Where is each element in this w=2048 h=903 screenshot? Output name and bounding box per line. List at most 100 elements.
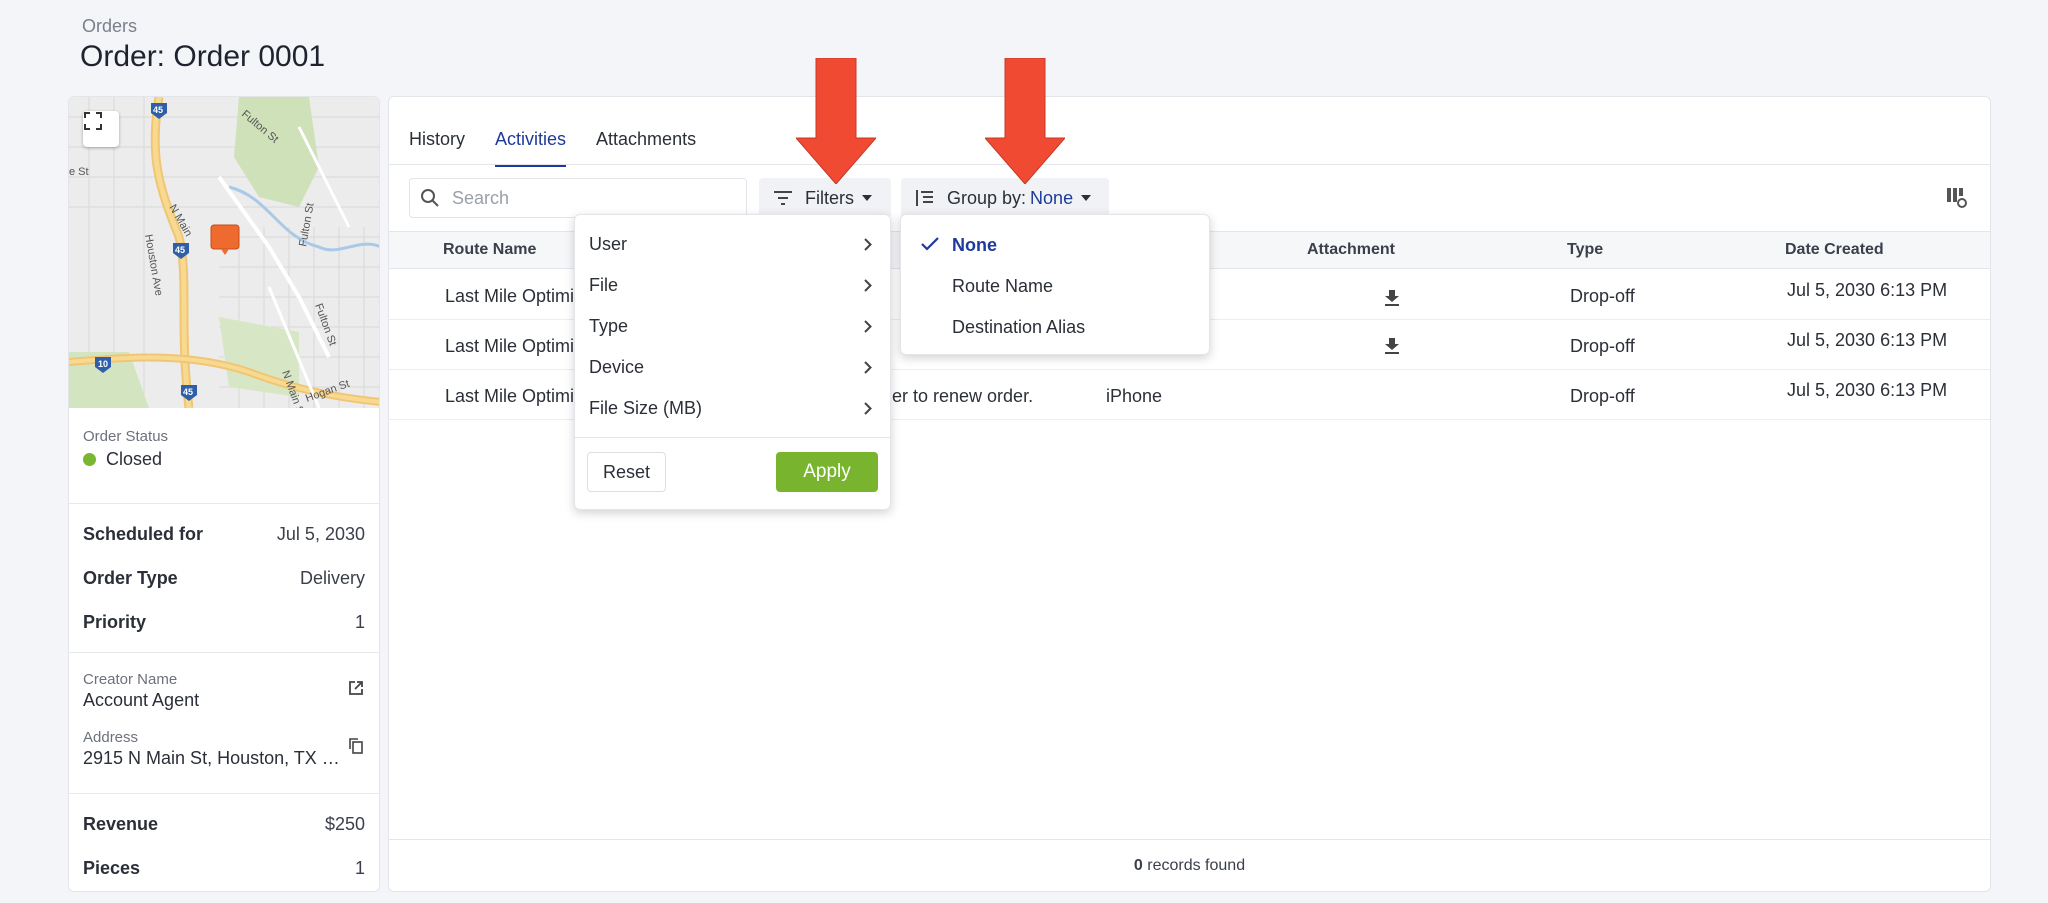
- detail-key: Order Type: [83, 567, 178, 588]
- note-cell: mer to renew order.: [877, 386, 1034, 406]
- chevron-right-icon: [864, 320, 872, 333]
- route-name-cell: Last Mile Optimi: [445, 336, 575, 356]
- filters-menu: User File Type Device File Size (MB) Res…: [574, 214, 891, 510]
- arrow-down-icon: [985, 58, 1065, 184]
- filter-item-label: File: [589, 275, 619, 295]
- tab-history[interactable]: History: [409, 129, 465, 167]
- creator-name-value: Account Agent: [83, 690, 200, 710]
- groupby-menu: None Route Name Destination Alias: [900, 214, 1210, 355]
- column-header[interactable]: Type: [1567, 241, 1603, 259]
- filter-item-label: File Size (MB): [589, 398, 703, 418]
- search-box[interactable]: [409, 178, 747, 218]
- filter-item-device[interactable]: Device: [575, 347, 890, 388]
- order-status-label: Order Status: [83, 428, 169, 445]
- tab-bar: History Activities Attachments: [409, 129, 696, 167]
- detail-row: Priority 1: [83, 600, 365, 644]
- filter-item-label: User: [589, 234, 628, 254]
- breadcrumb[interactable]: Orders: [82, 16, 137, 37]
- page-title: Order: Order 0001: [80, 40, 326, 73]
- groupby-option-route-name[interactable]: Route Name: [901, 266, 1209, 307]
- date-cell: Jul 5, 2030 6:13 PM: [1787, 280, 1948, 300]
- status-dot-icon: [83, 453, 96, 466]
- detail-key: Priority: [83, 611, 147, 632]
- tab-activities[interactable]: Activities: [495, 129, 567, 167]
- column-settings-icon[interactable]: [1946, 187, 1968, 209]
- address-value: 2915 N Main St, Houston, TX 77009: [83, 748, 345, 768]
- filter-item-file[interactable]: File: [575, 265, 890, 306]
- chevron-right-icon: [864, 238, 872, 251]
- column-header[interactable]: Route Name: [443, 241, 536, 259]
- download-icon[interactable]: [1385, 290, 1399, 306]
- filter-item-label: Device: [589, 357, 645, 377]
- records-suffix: records found: [1142, 857, 1246, 874]
- tab-attachments[interactable]: Attachments: [596, 129, 696, 167]
- date-cell: Jul 5, 2030 6:13 PM: [1787, 380, 1948, 400]
- open-external-icon[interactable]: [347, 679, 365, 697]
- search-icon: [421, 189, 439, 207]
- checkmark-icon: [921, 237, 939, 251]
- caret-down-icon: [1081, 195, 1092, 201]
- filter-item-label: Type: [589, 316, 629, 336]
- order-status-value: Closed: [106, 449, 163, 469]
- highway-shield: 10: [98, 359, 108, 369]
- reset-button[interactable]: Reset: [587, 452, 666, 492]
- group-by-icon: [916, 190, 933, 206]
- filters-button[interactable]: Filters: [759, 178, 891, 218]
- order-status: Order Status Closed: [69, 408, 379, 504]
- type-cell: Drop-off: [1570, 286, 1635, 306]
- order-totals: Revenue $250 Pieces 1: [69, 794, 379, 891]
- detail-row: Scheduled for Jul 5, 2030: [83, 512, 365, 556]
- filter-item-file-size[interactable]: File Size (MB): [575, 388, 890, 429]
- groupby-option-destination-alias[interactable]: Destination Alias: [901, 307, 1209, 348]
- records-count: 0: [1133, 857, 1143, 874]
- chevron-right-icon: [864, 361, 872, 374]
- device-cell: iPhone: [1106, 386, 1163, 406]
- copy-icon[interactable]: [347, 737, 365, 755]
- chevron-right-icon: [864, 402, 872, 415]
- apply-button[interactable]: Apply: [776, 452, 878, 492]
- total-value: $250: [324, 813, 365, 834]
- highway-shield: 45: [183, 387, 193, 397]
- chevron-right-icon: [864, 279, 872, 292]
- records-footer: 0 records found: [389, 839, 1990, 891]
- highway-shield: 45: [153, 105, 163, 115]
- total-row: Pieces 1: [83, 846, 365, 890]
- detail-key: Scheduled for: [83, 523, 204, 544]
- detail-value: 1: [354, 611, 365, 632]
- detail-value: Jul 5, 2030: [276, 523, 365, 544]
- groupby-button[interactable]: Group by: None: [901, 178, 1109, 218]
- fullscreen-button[interactable]: [83, 111, 119, 147]
- order-info: Creator Name Account Agent Address 2915 …: [69, 653, 379, 794]
- filter-item-type[interactable]: Type: [575, 306, 890, 347]
- filters-label: Filters: [805, 187, 854, 208]
- groupby-value: None: [1030, 187, 1074, 208]
- search-input[interactable]: [452, 187, 712, 209]
- column-header[interactable]: Date Created: [1785, 241, 1884, 259]
- order-details: Scheduled for Jul 5, 2030 Order Type Del…: [69, 504, 379, 653]
- route-name-cell: Last Mile Optimi: [445, 386, 575, 406]
- groupby-label: Group by:: [947, 187, 1027, 208]
- address-label: Address: [83, 729, 139, 746]
- map[interactable]: Fulton St e St N Main Houston Ave Fulton…: [69, 97, 379, 408]
- arrow-down-icon: [796, 58, 876, 184]
- type-cell: Drop-off: [1570, 336, 1635, 356]
- total-row: Revenue $250: [83, 802, 365, 846]
- filter-item-user[interactable]: User: [575, 224, 890, 265]
- detail-row: Order Type Delivery: [83, 556, 365, 600]
- groupby-option-label: Destination Alias: [952, 317, 1086, 337]
- download-icon[interactable]: [1385, 338, 1399, 354]
- fullscreen-icon: [84, 112, 102, 130]
- map-label: e St: [69, 166, 89, 178]
- column-header[interactable]: Attachment: [1307, 241, 1395, 259]
- total-value: 1: [354, 857, 365, 878]
- type-cell: Drop-off: [1570, 386, 1635, 406]
- route-name-cell: Last Mile Optimi: [445, 286, 575, 306]
- groupby-option-label: None: [952, 235, 997, 255]
- total-key: Revenue: [83, 813, 159, 834]
- groupby-option-none[interactable]: None: [901, 225, 1209, 266]
- order-summary-panel: Fulton St e St N Main Houston Ave Fulton…: [68, 96, 380, 892]
- highway-shield: 45: [175, 245, 185, 255]
- date-cell: Jul 5, 2030 6:13 PM: [1787, 330, 1948, 350]
- filter-icon: [774, 191, 792, 205]
- caret-down-icon: [862, 195, 872, 201]
